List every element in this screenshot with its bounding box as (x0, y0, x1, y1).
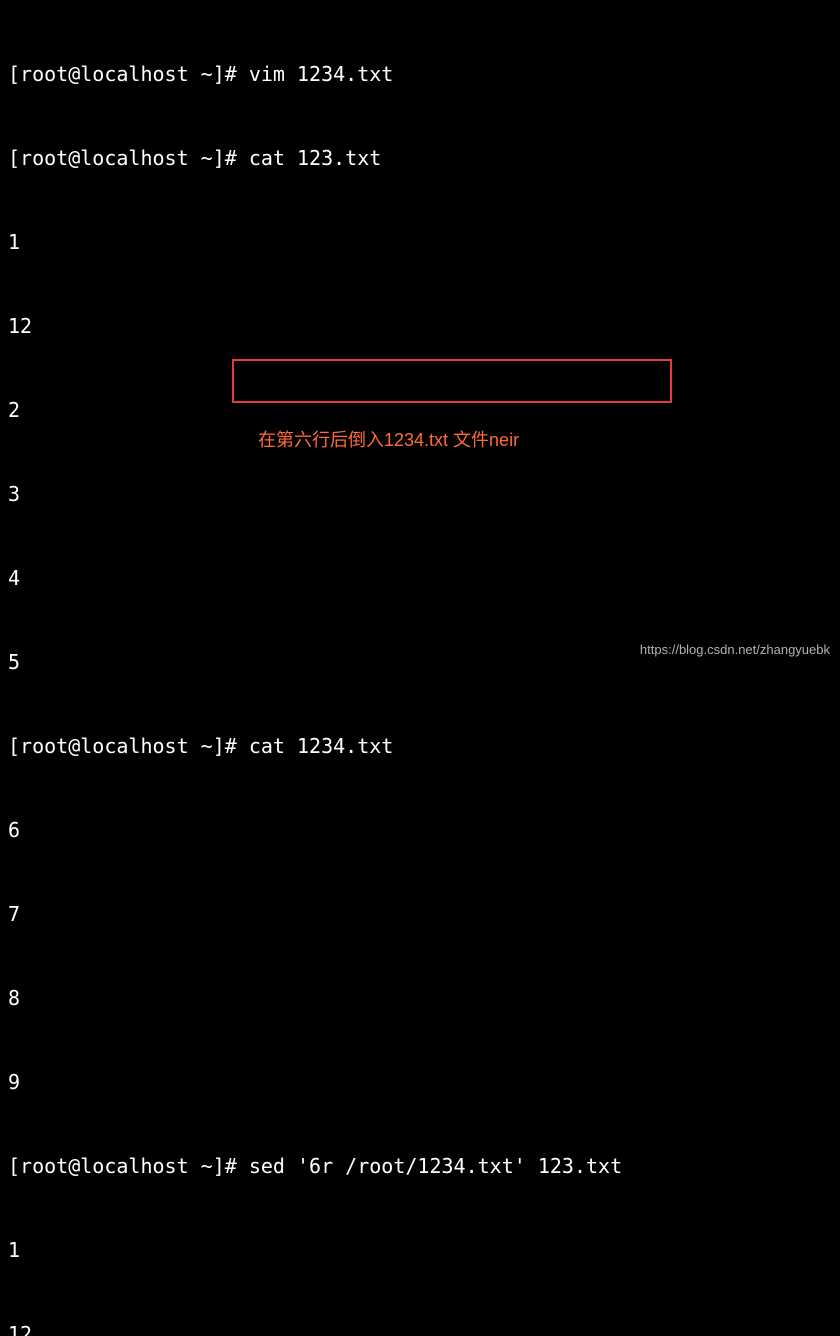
output-line: 6 (8, 816, 832, 844)
command-text: cat 123.txt (249, 146, 381, 170)
prompt-path: ~ (189, 734, 213, 758)
prompt-path: ~ (189, 1154, 213, 1178)
output-line: 9 (8, 1068, 832, 1096)
output-line: 3 (8, 480, 832, 508)
output-line: 7 (8, 900, 832, 928)
watermark: https://blog.csdn.net/zhangyuebk (640, 636, 830, 664)
output-line: 2 (8, 396, 832, 424)
output-line: 12 (8, 312, 832, 340)
prompt-bracket: [ (8, 734, 20, 758)
command-line-sed: [root@localhost ~]# sed '6r /root/1234.t… (8, 1152, 832, 1180)
output-line: 8 (8, 984, 832, 1012)
output-line: 12 (8, 1320, 832, 1336)
command-line-cat123: [root@localhost ~]# cat 123.txt (8, 144, 832, 172)
command-text: sed '6r /root/1234.txt' 123.txt (249, 1154, 622, 1178)
prompt-user: root@localhost (20, 62, 189, 86)
prompt-close: ]# (213, 146, 249, 170)
prompt-path: ~ (189, 146, 213, 170)
prompt-bracket: [ (8, 146, 20, 170)
command-line-cat1234: [root@localhost ~]# cat 1234.txt (8, 732, 832, 760)
output-line: 1 (8, 228, 832, 256)
prompt-bracket: [ (8, 1154, 20, 1178)
terminal-window[interactable]: [root@localhost ~]# vim 1234.txt [root@l… (0, 0, 840, 1336)
annotation-text: 在第六行后倒入1234.txt 文件neir (258, 426, 519, 454)
prompt-close: ]# (213, 62, 249, 86)
prompt-user: root@localhost (20, 734, 189, 758)
prompt-close: ]# (213, 1154, 249, 1178)
command-line-vim: [root@localhost ~]# vim 1234.txt (8, 60, 832, 88)
output-line: 1 (8, 1236, 832, 1264)
prompt-path: ~ (189, 62, 213, 86)
command-text: vim 1234.txt (249, 62, 394, 86)
output-line: 4 (8, 564, 832, 592)
prompt-bracket: [ (8, 62, 20, 86)
prompt-user: root@localhost (20, 1154, 189, 1178)
command-text: cat 1234.txt (249, 734, 394, 758)
prompt-close: ]# (213, 734, 249, 758)
prompt-user: root@localhost (20, 146, 189, 170)
